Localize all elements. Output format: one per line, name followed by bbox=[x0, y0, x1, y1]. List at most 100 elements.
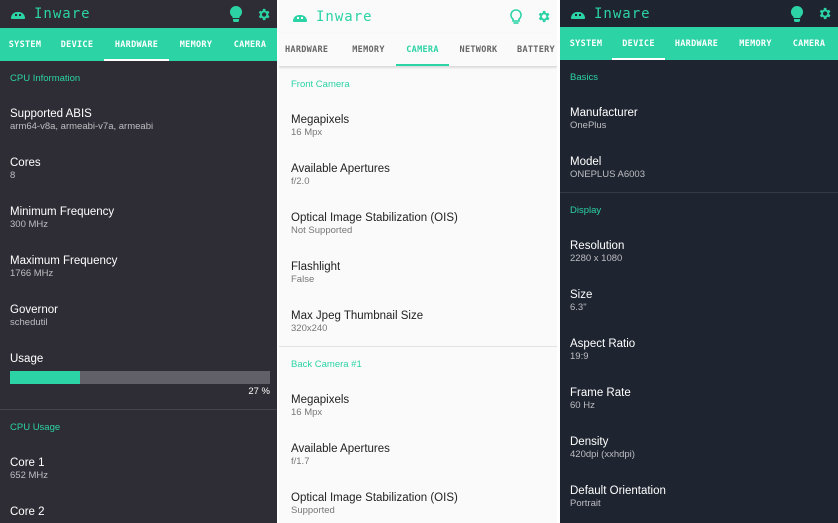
tab-camera[interactable]: CAMERA bbox=[783, 27, 835, 60]
item-value: f/2.0 bbox=[291, 176, 310, 187]
tab-memory[interactable]: MEMORY bbox=[341, 33, 396, 66]
list-item[interactable]: Flashlight False bbox=[279, 248, 557, 297]
tab-bar: SYSTEM DEVICE HARDWARE MEMORY CAMERA bbox=[560, 27, 838, 60]
item-label: Default Orientation bbox=[570, 485, 666, 497]
section-title-cpu-usage: CPU Usage bbox=[10, 422, 61, 433]
app-title: Inware bbox=[34, 6, 91, 22]
item-label: Available Apertures bbox=[291, 443, 390, 455]
list-item[interactable]: Frame Rate 60 Hz bbox=[560, 374, 838, 423]
item-value: False bbox=[291, 274, 315, 285]
gear-icon[interactable] bbox=[817, 6, 832, 21]
tab-bar: HARDWARE MEMORY CAMERA NETWORK BATTERY bbox=[279, 33, 557, 67]
lightbulb-icon[interactable] bbox=[791, 5, 803, 22]
tab-network[interactable]: NETWORK bbox=[449, 33, 508, 66]
item-value: schedutil bbox=[10, 317, 48, 328]
item-value: 652 MHz bbox=[10, 470, 49, 481]
list-item[interactable]: Core 1 652 MHz bbox=[0, 444, 277, 493]
list-item[interactable]: Model ONEPLUS A6003 bbox=[560, 143, 838, 192]
lightbulb-icon[interactable] bbox=[510, 8, 522, 25]
list-item[interactable]: Default Orientation Portrait bbox=[560, 472, 838, 521]
item-label: Flashlight bbox=[291, 261, 341, 273]
list-item[interactable]: Manufacturer OnePlus bbox=[560, 94, 838, 143]
list-item[interactable]: Optical Image Stabilization (OIS) Support… bbox=[279, 479, 557, 523]
item-value: ONEPLUS A6003 bbox=[570, 169, 645, 180]
item-value: OnePlus bbox=[570, 120, 607, 131]
list-item[interactable]: Maximum Frequency 1766 MHz bbox=[0, 242, 277, 291]
lightbulb-icon[interactable] bbox=[230, 6, 242, 22]
item-value: 2280 x 1080 bbox=[570, 253, 623, 264]
item-value: Supported bbox=[291, 505, 335, 516]
gear-icon[interactable] bbox=[256, 7, 271, 22]
item-value: 420dpi (xxhdpi) bbox=[570, 449, 635, 460]
list-item[interactable]: Density 420dpi (xxhdpi) bbox=[560, 423, 838, 472]
list-item[interactable]: Core 2 bbox=[0, 493, 277, 523]
item-value: 320x240 bbox=[291, 323, 328, 334]
list-item[interactable]: Available Apertures f/1.7 bbox=[279, 430, 557, 479]
item-label: Megapixels bbox=[291, 114, 350, 126]
section-title-display: Display bbox=[570, 205, 602, 216]
list-item[interactable]: Megapixels 16 Mpx bbox=[279, 381, 557, 430]
list-item[interactable]: Minimum Frequency 300 MHz bbox=[0, 193, 277, 242]
section-title-back-camera: Back Camera #1 bbox=[291, 359, 362, 370]
usage-progress-fill bbox=[10, 371, 81, 384]
panel-camera-light: Inware HARDWARE MEMORY CAMERA NETWORK BA… bbox=[279, 0, 557, 523]
item-label: Optical Image Stabilization (OIS) bbox=[291, 492, 458, 504]
tab-hardware[interactable]: HARDWARE bbox=[665, 27, 728, 60]
app-title: Inware bbox=[316, 8, 373, 25]
list-item[interactable]: Cores 8 bbox=[0, 144, 277, 193]
list-item[interactable]: Megapixels 16 Mpx bbox=[279, 101, 557, 150]
list-item[interactable]: Size 6.3" bbox=[560, 276, 838, 325]
item-value: 6.3" bbox=[570, 302, 587, 313]
android-logo-icon bbox=[570, 9, 586, 19]
list-item[interactable]: Available Apertures f/2.0 bbox=[279, 150, 557, 199]
item-label: Available Apertures bbox=[291, 163, 390, 175]
tab-device[interactable]: DEVICE bbox=[50, 28, 104, 61]
section-title-cpu-information: CPU Information bbox=[10, 73, 81, 84]
item-label: Density bbox=[570, 436, 609, 448]
panel-hardware-dark: Inware SYSTEM DEVICE HARDWARE MEMORY CAM… bbox=[0, 0, 277, 523]
item-label: Aspect Ratio bbox=[570, 338, 636, 350]
tab-camera[interactable]: CAMERA bbox=[223, 28, 277, 61]
item-value: Not Supported bbox=[291, 225, 353, 236]
app-bar: Inware bbox=[560, 0, 838, 27]
tab-system[interactable]: SYSTEM bbox=[560, 27, 612, 60]
item-label: Model bbox=[570, 156, 602, 168]
tab-system[interactable]: SYSTEM bbox=[0, 28, 50, 61]
android-logo-icon bbox=[10, 9, 26, 19]
item-label: Governor bbox=[10, 304, 58, 316]
item-value: 1766 MHz bbox=[10, 268, 54, 279]
usage-label: Usage bbox=[10, 353, 44, 365]
section-title-basics: Basics bbox=[570, 72, 598, 83]
item-value: 8 bbox=[10, 170, 16, 181]
list-item[interactable]: Aspect Ratio 19:9 bbox=[560, 325, 838, 374]
tab-hardware[interactable]: HARDWARE bbox=[279, 33, 341, 66]
list-item[interactable]: Supported ABIS arm64-v8a, armeabi-v7a, ar… bbox=[0, 95, 277, 144]
usage-progress-bar bbox=[10, 371, 270, 384]
usage-percent: 27 % bbox=[248, 386, 270, 397]
tab-memory[interactable]: MEMORY bbox=[728, 27, 783, 60]
item-label: Maximum Frequency bbox=[10, 255, 118, 267]
item-label: Max Jpeg Thumbnail Size bbox=[291, 310, 424, 322]
item-label: Size bbox=[570, 289, 593, 301]
list-item[interactable]: Max Jpeg Thumbnail Size 320x240 bbox=[279, 297, 557, 346]
list-item[interactable]: Resolution 2280 x 1080 bbox=[560, 227, 838, 276]
list-item[interactable]: Governor schedutil bbox=[0, 291, 277, 340]
tab-battery[interactable]: BATTERY bbox=[508, 33, 557, 66]
item-label: Optical Image Stabilization (OIS) bbox=[291, 212, 458, 224]
usage-item: Usage 27 % bbox=[0, 340, 277, 409]
tab-bar: SYSTEM DEVICE HARDWARE MEMORY CAMERA bbox=[0, 28, 277, 61]
gear-icon[interactable] bbox=[536, 9, 551, 24]
item-value: f/1.7 bbox=[291, 456, 310, 467]
item-value: arm64-v8a, armeabi-v7a, armeabi bbox=[10, 121, 154, 132]
tab-camera[interactable]: CAMERA bbox=[396, 33, 449, 66]
item-value: 19:9 bbox=[570, 351, 589, 362]
tab-hardware[interactable]: HARDWARE bbox=[104, 28, 169, 61]
item-value: 16 Mpx bbox=[291, 127, 323, 138]
tab-device[interactable]: DEVICE bbox=[612, 27, 665, 60]
list-item[interactable]: Optical Image Stabilization (OIS) Not Sup… bbox=[279, 199, 557, 248]
item-label: Cores bbox=[10, 157, 41, 169]
app-title: Inware bbox=[594, 5, 651, 22]
item-value: 60 Hz bbox=[570, 400, 595, 411]
tab-memory[interactable]: MEMORY bbox=[169, 28, 223, 61]
app-bar: Inware bbox=[279, 0, 557, 33]
